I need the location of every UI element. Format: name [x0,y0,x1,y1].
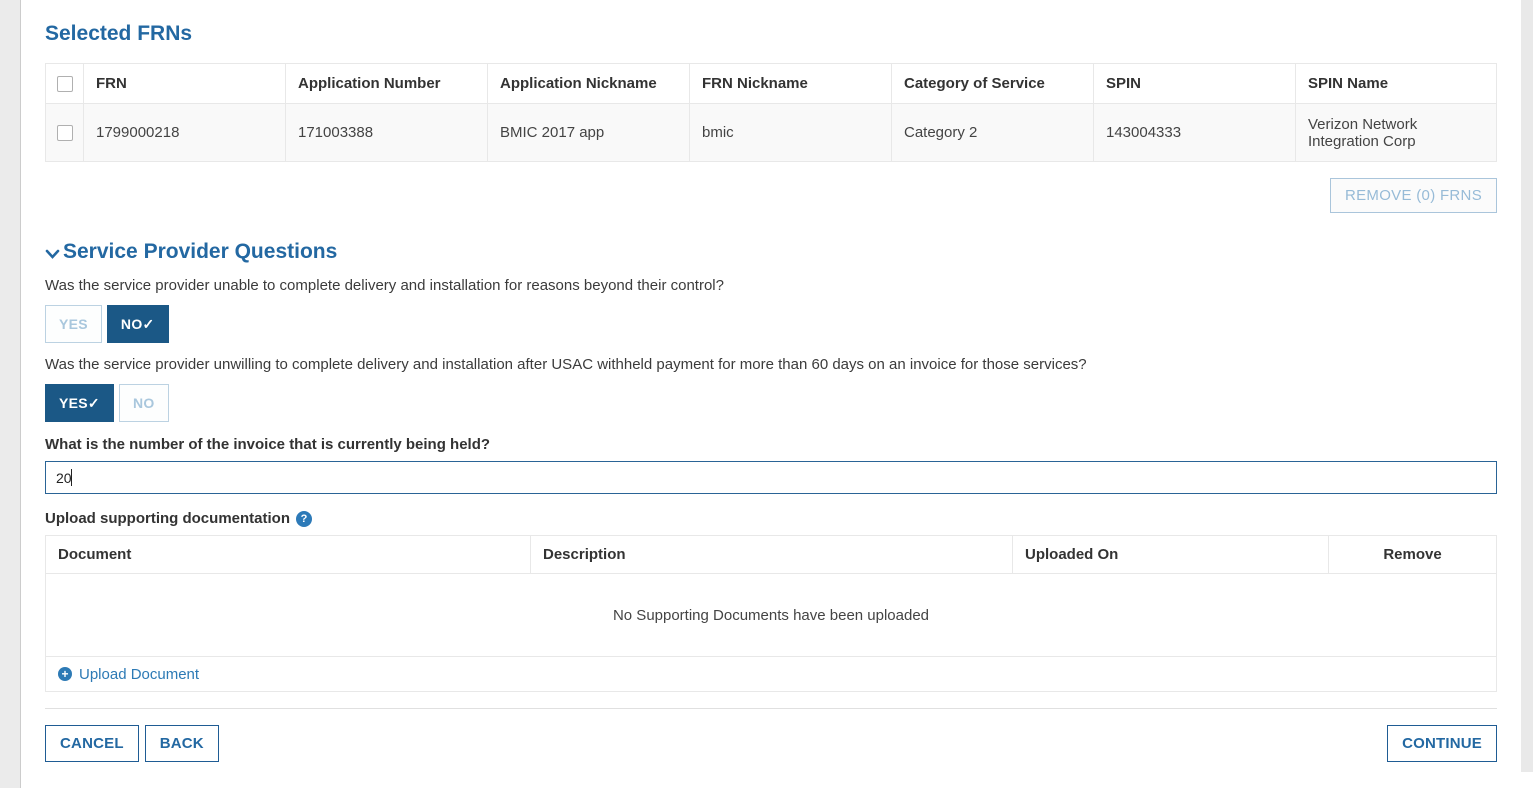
column-header-category-of-service: Category of Service [892,64,1094,104]
invoice-number-label: What is the number of the invoice that i… [45,436,1497,453]
column-header-description: Description [531,536,1013,574]
row-checkbox-cell [46,104,84,162]
column-header-document: Document [46,536,531,574]
help-icon[interactable]: ? [296,511,312,527]
invoice-number-input-wrap [45,461,1497,494]
upload-documentation-label: Upload supporting documentation ? [45,510,1497,527]
footer-actions: CANCEL BACK CONTINUE [45,725,1497,762]
frn-table-header-row: FRN Application Number Application Nickn… [46,64,1497,104]
remove-frns-row: REMOVE (0) FRNS [45,178,1497,213]
row-checkbox[interactable] [57,125,73,141]
column-header-application-number: Application Number [286,64,488,104]
cell-application-number: 171003388 [286,104,488,162]
frn-table-row: 1799000218 171003388 BMIC 2017 app bmic … [46,104,1497,162]
upload-documentation-label-text: Upload supporting documentation [45,510,290,527]
vertical-scrollbar[interactable] [1521,0,1533,772]
question-2-yes-button[interactable]: YES✓ [45,384,114,422]
column-header-spin-name: SPIN Name [1296,64,1497,104]
question-1-text: Was the service provider unable to compl… [45,277,1497,294]
question-1-yes-button[interactable]: YES [45,305,102,343]
selected-frns-title: Selected FRNs [45,22,1497,46]
upload-document-link-label: Upload Document [79,666,199,683]
select-all-checkbox[interactable] [57,76,73,92]
no-documents-message: No Supporting Documents have been upload… [46,574,1497,657]
column-header-frn: FRN [84,64,286,104]
column-header-frn-nickname: FRN Nickname [690,64,892,104]
text-cursor [71,469,72,486]
select-all-header-cell [46,64,84,104]
question-2-no-button[interactable]: NO [119,384,169,422]
cell-frn: 1799000218 [84,104,286,162]
upload-document-link[interactable]: + Upload Document [58,666,199,683]
section-title-text: Service Provider Questions [63,240,337,264]
main-content: Selected FRNs FRN Application Number App… [22,0,1520,762]
cell-spin: 143004333 [1094,104,1296,162]
cell-spin-name: Verizon Network Integration Corp [1296,104,1497,162]
page-left-gutter [0,0,21,788]
upload-document-row: + Upload Document [46,657,1497,692]
column-header-application-nickname: Application Nickname [488,64,690,104]
plus-circle-icon: + [58,667,72,681]
question-2-toggle-group: YES✓ NO [45,384,1497,422]
question-1-toggle-group: YES NO✓ [45,305,1497,343]
docs-empty-row: No Supporting Documents have been upload… [46,574,1497,657]
invoice-number-input[interactable] [45,461,1497,494]
service-provider-questions-title: Service Provider Questions [45,240,1497,264]
cell-category-of-service: Category 2 [892,104,1094,162]
column-header-remove: Remove [1329,536,1497,574]
question-1-no-button[interactable]: NO✓ [107,305,169,343]
back-button[interactable]: BACK [145,725,219,762]
column-header-uploaded-on: Uploaded On [1013,536,1329,574]
supporting-documents-table: Document Description Uploaded On Remove … [45,535,1497,692]
footer-divider [45,708,1497,709]
selected-frns-table: FRN Application Number Application Nickn… [45,63,1497,162]
question-2-text: Was the service provider unwilling to co… [45,356,1497,373]
cell-application-nickname: BMIC 2017 app [488,104,690,162]
docs-table-header-row: Document Description Uploaded On Remove [46,536,1497,574]
continue-button[interactable]: CONTINUE [1387,725,1497,762]
column-header-spin: SPIN [1094,64,1296,104]
remove-frns-button[interactable]: REMOVE (0) FRNS [1330,178,1497,213]
cancel-button[interactable]: CANCEL [45,725,139,762]
footer-left-buttons: CANCEL BACK [45,725,219,762]
cell-frn-nickname: bmic [690,104,892,162]
chevron-down-icon[interactable] [45,249,60,259]
